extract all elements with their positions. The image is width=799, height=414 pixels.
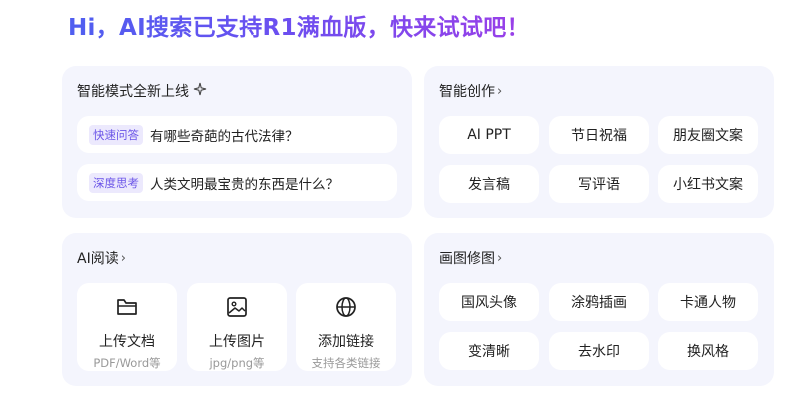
quick-qa-question: 有哪些奇葩的古代法律？ [150,128,299,145]
drawing-tile-change-style[interactable]: 换风格 [658,332,758,370]
headline: Hi，AI搜索已支持R1满血版，快来试试吧！ [68,12,530,44]
creation-tile-comment[interactable]: 写评语 [549,165,649,203]
drawing-title-text: 画图修图 [439,251,495,267]
folder-icon [115,283,139,322]
creation-tile-ai-ppt[interactable]: AI PPT [439,116,539,154]
smart-mode-card: 智能模式全新上线 快速问答 有哪些奇葩的古代法律？ 深度思考 人类文明最宝贵的东… [62,66,412,218]
upload-image-tile[interactable]: 上传图片 jpg/png等 [187,283,287,371]
reading-title[interactable]: AI阅读 › [77,248,126,268]
drawing-tile-sharpen[interactable]: 变清晰 [439,332,539,370]
upload-image-sub: jpg/png等 [209,356,265,370]
add-link-sub: 支持各类链接 [311,356,381,370]
drawing-tile-cartoon[interactable]: 卡通人物 [658,283,758,321]
add-link-label: 添加链接 [318,334,374,350]
creation-title[interactable]: 智能创作 › [439,81,502,101]
quick-qa-tag: 快速问答 [89,124,143,145]
creation-title-text: 智能创作 [439,84,495,100]
drawing-tile-remove-watermark[interactable]: 去水印 [549,332,649,370]
deep-think-question: 人类文明最宝贵的东西是什么？ [150,176,339,193]
smart-mode-title-text: 智能模式全新上线 [77,84,189,100]
upload-image-label: 上传图片 [209,334,265,350]
drawing-tile-guofeng-avatar[interactable]: 国风头像 [439,283,539,321]
add-link-tile[interactable]: 添加链接 支持各类链接 [296,283,396,371]
drawing-tile-doodle[interactable]: 涂鸦插画 [549,283,649,321]
deep-think-row[interactable]: 深度思考 人类文明最宝贵的东西是什么？ [77,164,397,201]
creation-card: 智能创作 › AI PPT 节日祝福 朋友圈文案 发言稿 写评语 小红书文案 [424,66,774,218]
globe-icon [334,283,358,322]
creation-tile-speech[interactable]: 发言稿 [439,165,539,203]
upload-document-label: 上传文档 [99,334,155,350]
smart-mode-title: 智能模式全新上线 [77,81,207,101]
sparkle-icon [193,82,207,100]
upload-document-tile[interactable]: 上传文档 PDF/Word等 [77,283,177,371]
deep-think-tag: 深度思考 [89,172,143,193]
drawing-card: 画图修图 › 国风头像 涂鸦插画 卡通人物 变清晰 去水印 换风格 [424,233,774,386]
chevron-right-icon: › [497,83,503,99]
image-icon [225,283,249,322]
quick-qa-row[interactable]: 快速问答 有哪些奇葩的古代法律？ [77,116,397,153]
creation-tile-xiaohongshu[interactable]: 小红书文案 [658,165,758,203]
reading-card: AI阅读 › 上传文档 PDF/Word等 上传图片 jpg/png等 添加链接… [62,233,412,386]
creation-tile-moments[interactable]: 朋友圈文案 [658,116,758,154]
upload-document-sub: PDF/Word等 [93,356,161,370]
reading-title-text: AI阅读 [77,251,119,267]
chevron-right-icon: › [497,250,503,266]
chevron-right-icon: › [120,250,126,266]
creation-tile-festival[interactable]: 节日祝福 [549,116,649,154]
drawing-title[interactable]: 画图修图 › [439,248,502,268]
